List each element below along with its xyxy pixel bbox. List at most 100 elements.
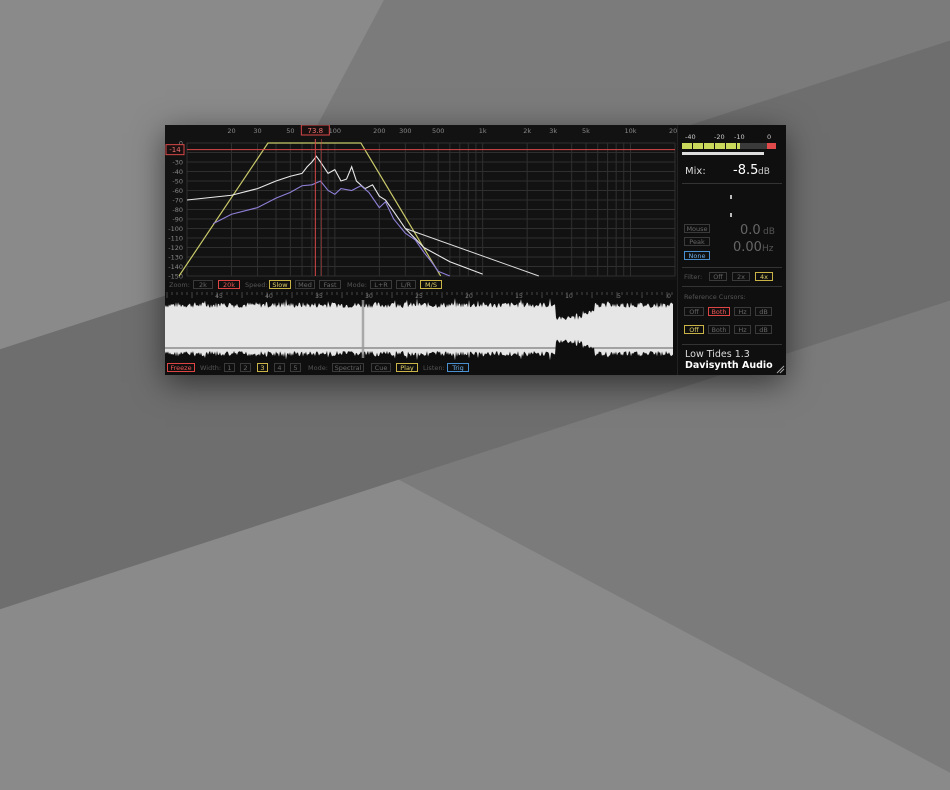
time-tick-label: 40 — [265, 293, 273, 300]
zoom-2k-button[interactable]: 2k — [193, 280, 213, 289]
filter-off-button[interactable]: Off — [709, 272, 727, 281]
db-tick-label: -140 — [168, 263, 183, 271]
mode-ms-button[interactable]: M/S — [420, 280, 442, 289]
db-tick-label: -130 — [168, 254, 183, 262]
listen-label: Listen: — [423, 364, 445, 372]
time-tick-label: 10 — [565, 293, 573, 300]
level-meter — [682, 143, 776, 149]
mix-value[interactable]: -8.5 — [733, 163, 758, 178]
product-name: Low Tides 1.3 — [685, 349, 750, 360]
cursor-db-label: -14 — [169, 146, 181, 154]
ref2-off-button[interactable]: Off — [684, 325, 704, 334]
db-tick-label: -30 — [172, 159, 183, 167]
meter-label-20: -20 — [714, 133, 725, 141]
readout-hz-value: 0.00 — [733, 240, 762, 255]
db-tick-label: -90 — [172, 216, 183, 224]
zoom-label: Zoom: — [169, 281, 190, 289]
freq-tick-label: 500 — [432, 127, 444, 135]
mix-tick-2 — [730, 213, 732, 217]
time-tick-label: 45 — [215, 293, 223, 300]
mix-unit: dB — [758, 167, 770, 177]
resize-handle-icon[interactable] — [775, 364, 785, 374]
freq-tick-label: 20 — [227, 127, 235, 135]
company-name: Davisynth Audio — [685, 360, 773, 371]
freq-tick-label: 200 — [373, 127, 385, 135]
db-tick-label: -40 — [172, 168, 183, 176]
waveform-display[interactable]: 45 40 35 30 25 20 15 10 5 0 — [165, 292, 677, 360]
meter-bar-2 — [682, 152, 764, 155]
width-1-button[interactable]: 1 — [224, 363, 235, 372]
meter-scale: -40 -20 -10 0 — [678, 133, 786, 142]
time-tick-label: 25 — [415, 293, 423, 300]
peak-button[interactable]: Peak — [684, 237, 710, 246]
spectral-button[interactable]: Spectral — [332, 363, 364, 372]
ref1-db-button[interactable]: dB — [755, 307, 772, 316]
divider — [682, 267, 782, 268]
readout-db-value: 0.0 — [740, 223, 761, 238]
speed-med-button[interactable]: Med — [295, 280, 315, 289]
db-tick-label: -50 — [172, 178, 183, 186]
ref2-db-button[interactable]: dB — [755, 325, 772, 334]
meter-clip — [767, 143, 776, 149]
db-tick-label: -110 — [168, 235, 183, 243]
db-tick-label: -60 — [172, 187, 183, 195]
mode-label: Mode: — [347, 281, 367, 289]
ref2-hz-button[interactable]: Hz — [734, 325, 751, 334]
none-button[interactable]: None — [684, 251, 710, 260]
time-tick-label: 35 — [315, 293, 323, 300]
mix-label: Mix: — [685, 166, 706, 177]
filter-4x-button[interactable]: 4x — [755, 272, 773, 281]
meter-label-40: -40 — [685, 133, 696, 141]
cursor-freq-label: 73.8 — [308, 127, 324, 135]
ref1-hz-button[interactable]: Hz — [734, 307, 751, 316]
mix-tick-1 — [730, 195, 732, 199]
wave-mode-label: Mode: — [308, 364, 328, 372]
mouse-button[interactable]: Mouse — [684, 224, 710, 233]
mode-l-r-button[interactable]: L/R — [396, 280, 416, 289]
freq-tick-label: 1k — [479, 127, 487, 135]
freq-tick-label: 10k — [624, 127, 636, 135]
freq-tick-label: 5k — [582, 127, 590, 135]
meter-label-0: 0 — [767, 133, 772, 141]
freq-tick-label: 20k — [669, 127, 677, 135]
time-tick-label: 15 — [515, 293, 523, 300]
ref1-both-button[interactable]: Both — [708, 307, 730, 316]
spectrum-analyzer[interactable]: 2030501002003005001k2k3k5k10k20k0-20-30-… — [165, 125, 677, 280]
side-panel: -40 -20 -10 0 Mix: -8.5 dB Mouse Peak No… — [677, 125, 786, 375]
width-2-button[interactable]: 2 — [240, 363, 251, 372]
filter-2x-button[interactable]: 2x — [732, 272, 750, 281]
readout-db-unit: dB — [763, 227, 775, 237]
plugin-window: 2030501002003005001k2k3k5k10k20k0-20-30-… — [165, 125, 786, 375]
speed-fast-button[interactable]: Fast — [319, 280, 341, 289]
play-button[interactable]: Play — [396, 363, 418, 372]
waveform-shape — [165, 298, 673, 360]
filter-label: Filter: — [684, 273, 703, 281]
trig-button[interactable]: Trig — [447, 363, 469, 372]
meter-label-10: -10 — [734, 133, 745, 141]
speed-slow-button[interactable]: Slow — [269, 280, 291, 289]
reference-cursors-label: Reference Cursors: — [684, 293, 746, 301]
divider — [682, 286, 782, 287]
mode-lr-button[interactable]: L+R — [370, 280, 392, 289]
divider — [682, 183, 782, 184]
zoom-20k-button[interactable]: 20k — [218, 280, 240, 289]
db-tick-label: -70 — [172, 197, 183, 205]
freeze-button[interactable]: Freeze — [167, 363, 195, 372]
db-tick-label: -80 — [172, 206, 183, 214]
ref2-both-button[interactable]: Both — [708, 325, 730, 334]
meter-fill — [682, 143, 740, 149]
time-tick-label: 0 — [667, 293, 671, 300]
cue-button[interactable]: Cue — [371, 363, 391, 372]
width-5-button[interactable]: 5 — [290, 363, 301, 372]
freq-tick-label: 100 — [329, 127, 341, 135]
width-4-button[interactable]: 4 — [274, 363, 285, 372]
time-tick-label: 20 — [465, 293, 473, 300]
readout-hz-unit: Hz — [762, 244, 774, 254]
divider — [682, 344, 782, 345]
ref1-off-button[interactable]: Off — [684, 307, 704, 316]
freq-tick-label: 300 — [399, 127, 411, 135]
freq-tick-label: 3k — [549, 127, 557, 135]
width-3-button[interactable]: 3 — [257, 363, 268, 372]
freq-tick-label: 2k — [523, 127, 531, 135]
time-tick-label: 30 — [365, 293, 373, 300]
